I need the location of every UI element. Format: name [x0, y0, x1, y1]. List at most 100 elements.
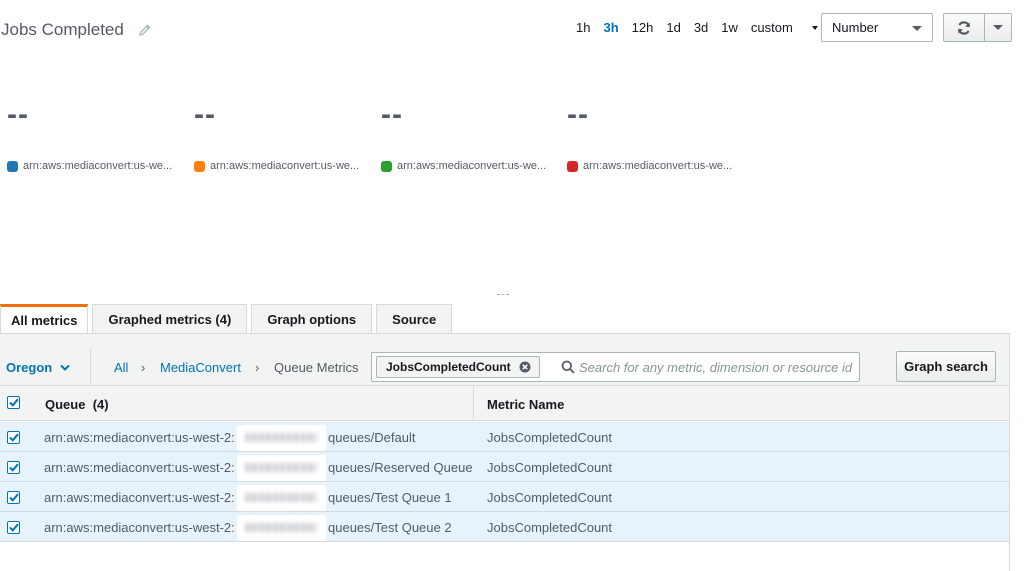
- checkmark-icon: [8, 523, 19, 532]
- checkmark-icon: [8, 493, 19, 502]
- metric-name: JobsCompletedCount: [487, 430, 613, 445]
- range-1h[interactable]: 1h: [576, 20, 590, 35]
- range-custom[interactable]: custom: [751, 20, 818, 35]
- redacted-account-id: [237, 485, 326, 511]
- row-checkbox[interactable]: [7, 431, 20, 444]
- metric-tile: -- arn:aws:mediaconvert:us-we...: [567, 98, 732, 172]
- metric-value: --: [194, 98, 216, 131]
- metric-name: JobsCompletedCount: [487, 490, 613, 505]
- search-token: JobsCompletedCount: [376, 356, 540, 378]
- range-3d[interactable]: 3d: [694, 20, 708, 35]
- caret-down-icon: [912, 26, 922, 31]
- graph-search-button[interactable]: Graph search: [896, 351, 996, 382]
- statistic-select[interactable]: Number: [821, 13, 933, 42]
- legend-swatch: [194, 160, 205, 172]
- legend-swatch: [381, 160, 392, 172]
- pencil-icon[interactable]: [138, 23, 152, 37]
- legend-label: arn:aws:mediaconvert:us-we...: [23, 160, 173, 172]
- table-row[interactable]: arn:aws:mediaconvert:us-west-2: queues/T…: [0, 482, 1009, 512]
- row-checkbox[interactable]: [7, 461, 20, 474]
- widget-title-wrap: Jobs Completed: [1, 20, 152, 40]
- refresh-icon: [957, 20, 971, 35]
- legend-label: arn:aws:mediaconvert:us-we...: [397, 160, 547, 172]
- table-row[interactable]: arn:aws:mediaconvert:us-west-2: queues/R…: [0, 452, 1009, 482]
- redacted-account-id: [237, 425, 326, 451]
- tab-all-metrics[interactable]: All metrics: [0, 304, 89, 334]
- legend-label: arn:aws:mediaconvert:us-we...: [210, 160, 360, 172]
- legend-swatch: [567, 160, 578, 172]
- column-separator[interactable]: [473, 386, 474, 421]
- tab-source[interactable]: Source: [376, 304, 453, 333]
- breadcrumb-separator: ›: [141, 360, 146, 375]
- legend-item[interactable]: arn:aws:mediaconvert:us-we...: [381, 160, 546, 172]
- metric-value: --: [381, 98, 403, 131]
- legend-item[interactable]: arn:aws:mediaconvert:us-we...: [7, 160, 172, 172]
- remove-token-icon[interactable]: [519, 361, 531, 373]
- table-row[interactable]: arn:aws:mediaconvert:us-west-2: queues/T…: [0, 512, 1009, 542]
- range-1d[interactable]: 1d: [666, 20, 680, 35]
- metric-tile: -- arn:aws:mediaconvert:us-we...: [194, 98, 359, 172]
- search-icon: [561, 360, 575, 374]
- table-header: Queue (4) Metric Name: [0, 386, 1009, 421]
- redacted-account-id: [237, 515, 326, 541]
- widget-title: Jobs Completed: [1, 20, 124, 39]
- metric-tile: -- arn:aws:mediaconvert:us-we...: [381, 98, 546, 172]
- metric-value: --: [7, 98, 29, 131]
- checkmark-icon: [8, 433, 19, 442]
- refresh-button[interactable]: [943, 13, 985, 42]
- queue-name: queues/Reserved Queue: [328, 460, 473, 475]
- caret-down-icon: [993, 25, 1003, 30]
- resize-handle[interactable]: [497, 294, 509, 295]
- legend-item[interactable]: arn:aws:mediaconvert:us-we...: [567, 160, 732, 172]
- search-token-label: JobsCompletedCount: [386, 360, 511, 374]
- queue-arn-prefix: arn:aws:mediaconvert:us-west-2:: [44, 430, 235, 445]
- legend-label: arn:aws:mediaconvert:us-we...: [583, 160, 733, 172]
- region-selector[interactable]: Oregon: [6, 360, 70, 375]
- metric-search-box: JobsCompletedCount: [371, 352, 860, 382]
- range-12h[interactable]: 12h: [632, 20, 654, 35]
- metric-name: JobsCompletedCount: [487, 460, 613, 475]
- metrics-tabs: All metrics Graphed metrics (4) Graph op…: [0, 304, 456, 334]
- legend-item[interactable]: arn:aws:mediaconvert:us-we...: [194, 160, 359, 172]
- select-all-checkbox[interactable]: [7, 396, 20, 409]
- queue-name: queues/Test Queue 2: [328, 520, 452, 535]
- breadcrumb-queue-metrics: Queue Metrics: [274, 360, 359, 375]
- breadcrumb-separator: ›: [255, 360, 260, 375]
- range-3h[interactable]: 3h: [603, 20, 618, 35]
- caret-down-icon: [811, 25, 818, 30]
- chevron-down-icon: [60, 364, 70, 371]
- column-header-metric-name[interactable]: Metric Name: [487, 397, 564, 412]
- checkmark-icon: [8, 463, 19, 472]
- column-header-queue-count: (4): [92, 397, 109, 412]
- region-label: Oregon: [6, 360, 53, 375]
- row-checkbox[interactable]: [7, 491, 20, 504]
- queue-arn-prefix: arn:aws:mediaconvert:us-west-2:: [44, 460, 235, 475]
- table-row[interactable]: arn:aws:mediaconvert:us-west-2: queues/D…: [0, 422, 1009, 452]
- queue-arn-prefix: arn:aws:mediaconvert:us-west-2:: [44, 490, 235, 505]
- metric-name: JobsCompletedCount: [487, 520, 613, 535]
- queue-name: queues/Test Queue 1: [328, 490, 452, 505]
- refresh-options-button[interactable]: [985, 13, 1012, 42]
- tab-graph-options[interactable]: Graph options: [251, 304, 373, 333]
- queue-name: queues/Default: [328, 430, 416, 445]
- queue-arn-prefix: arn:aws:mediaconvert:us-west-2:: [44, 520, 235, 535]
- range-custom-label: custom: [750, 20, 793, 35]
- statistic-select-value: Number: [832, 20, 879, 35]
- column-header-queue-label: Queue: [45, 397, 86, 412]
- redacted-account-id: [237, 455, 326, 481]
- filter-bar: Oregon All › MediaConvert › Queue Metric…: [0, 334, 1009, 386]
- refresh-group: [943, 13, 1012, 42]
- breadcrumb-all[interactable]: All: [114, 360, 128, 375]
- metric-value: --: [567, 98, 589, 131]
- range-1w[interactable]: 1w: [721, 20, 738, 35]
- time-range-selector: 1h 3h 12h 1d 3d 1w custom: [576, 20, 818, 35]
- row-checkbox[interactable]: [7, 521, 20, 534]
- search-input[interactable]: [579, 358, 857, 376]
- tab-graphed-metrics[interactable]: Graphed metrics (4): [92, 304, 248, 333]
- all-metrics-panel: Oregon All › MediaConvert › Queue Metric…: [0, 333, 1010, 571]
- legend-swatch: [7, 160, 18, 172]
- divider: [90, 348, 91, 384]
- breadcrumb-mediaconvert[interactable]: MediaConvert: [160, 360, 241, 375]
- checkmark-icon: [8, 398, 19, 407]
- column-header-queue[interactable]: Queue (4): [45, 397, 109, 412]
